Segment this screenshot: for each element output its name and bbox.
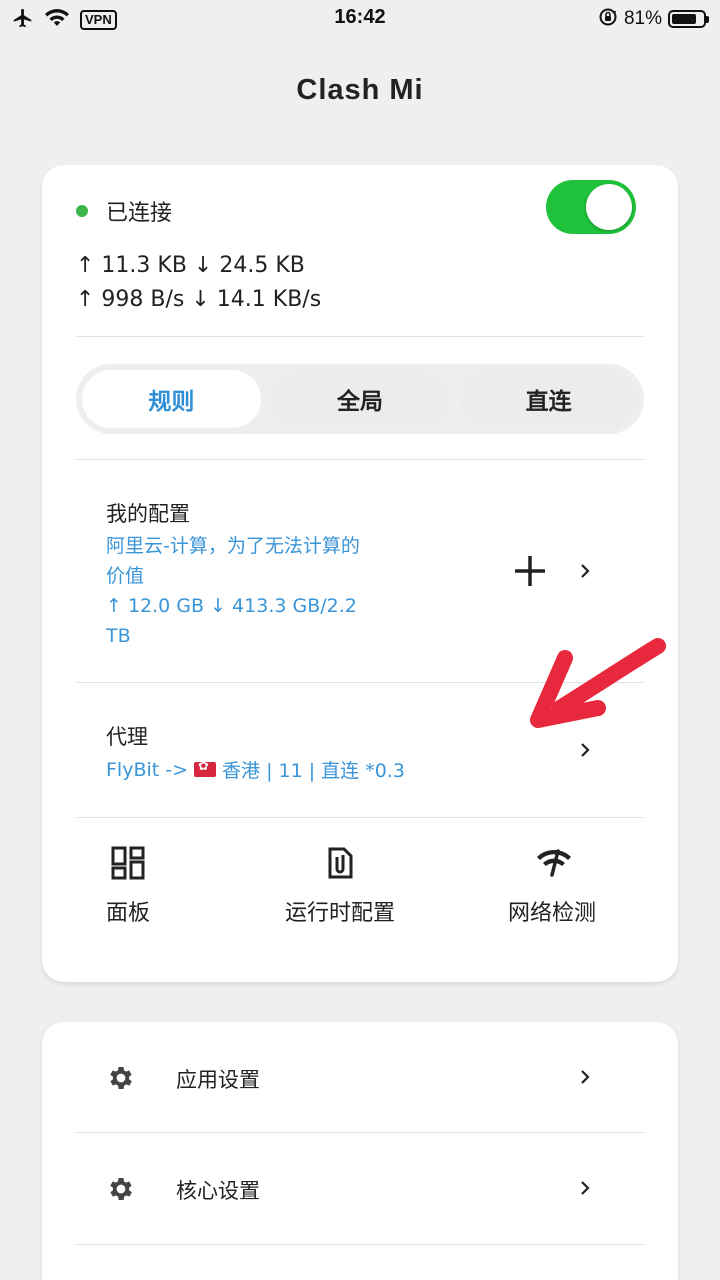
annotation-arrow-icon xyxy=(530,638,666,728)
traffic-total: ↑ 11.3 KB ↓ 24.5 KB xyxy=(76,253,305,278)
divider xyxy=(76,459,644,460)
proxy-info: FlyBit -> 香港 | 11 | 直连 *0.3 xyxy=(106,756,405,783)
tool-label: 面板 xyxy=(105,901,150,926)
profile-name-line2: 价值 xyxy=(106,565,145,587)
tool-label: 运行时配置 xyxy=(284,901,395,926)
battery-fill xyxy=(672,14,697,24)
gear-icon xyxy=(106,1063,136,1093)
profile-usage-line2: TB xyxy=(106,625,131,647)
tools-row: 面板 运行时配置 网络检测 xyxy=(42,845,678,927)
profile-name-line1: 阿里云-计算，为了无法计算的 xyxy=(106,535,360,557)
chevron-right-icon[interactable] xyxy=(577,563,593,579)
proxy-info-suffix: 香港 | 11 | 直连 *0.3 xyxy=(222,760,405,782)
main-card: 已连接 ↑ 11.3 KB ↓ 24.5 KB ↑ 998 B/s ↓ 14.1… xyxy=(42,165,678,982)
profile-usage-line1: ↑ 12.0 GB ↓ 413.3 GB/2.2 xyxy=(106,595,357,617)
divider xyxy=(76,817,644,818)
status-dot xyxy=(76,205,88,217)
tool-runtime-config[interactable]: 运行时配置 xyxy=(234,845,446,927)
core-settings-row[interactable]: 核心设置 xyxy=(42,1133,678,1243)
proxy-label: 代理 xyxy=(106,725,148,749)
mode-tab-global[interactable]: 全局 xyxy=(270,370,450,428)
network-check-icon xyxy=(534,845,571,881)
file-icon xyxy=(322,845,358,881)
settings-label: 应用设置 xyxy=(176,1068,260,1092)
rotation-lock-icon xyxy=(598,7,618,31)
mode-tab-direct[interactable]: 直连 xyxy=(459,370,639,428)
tool-label: 网络检测 xyxy=(507,901,596,926)
traffic-speed: ↑ 998 B/s ↓ 14.1 KB/s xyxy=(76,287,322,312)
battery-percent: 81% xyxy=(623,8,662,29)
divider xyxy=(76,336,644,337)
chevron-right-icon[interactable] xyxy=(577,742,593,758)
settings-label: 核心设置 xyxy=(176,1179,260,1203)
connection-status: 已连接 xyxy=(76,195,172,227)
dashboard-icon xyxy=(110,845,146,881)
profile-info: 阿里云-计算，为了无法计算的 价值 ↑ 12.0 GB ↓ 413.3 GB/2… xyxy=(106,531,406,651)
mode-tab-rule[interactable]: 规则 xyxy=(82,370,261,428)
proxy-info-prefix: FlyBit -> xyxy=(106,758,189,781)
divider xyxy=(76,1244,644,1245)
hong-kong-flag-icon xyxy=(194,759,217,777)
battery-icon xyxy=(668,10,709,28)
app-title: Clash Mi xyxy=(296,74,424,106)
vpn-toggle[interactable] xyxy=(546,180,636,234)
status-right: 81% xyxy=(598,7,709,31)
settings-card: 应用设置 核心设置 xyxy=(42,1022,678,1280)
chevron-right-icon[interactable] xyxy=(577,1180,593,1196)
tool-network-check[interactable]: 网络检测 xyxy=(446,845,658,927)
status-bar: VPN 16:42 81% xyxy=(0,0,720,40)
mode-selector: 规则 全局 直连 xyxy=(76,364,644,434)
status-text: 已连接 xyxy=(106,201,173,226)
gear-icon xyxy=(106,1174,136,1204)
chevron-right-icon[interactable] xyxy=(577,1069,593,1085)
add-profile-icon[interactable] xyxy=(512,553,548,589)
tool-dashboard[interactable]: 面板 xyxy=(22,845,234,927)
profile-label: 我的配置 xyxy=(106,502,190,526)
app-settings-row[interactable]: 应用设置 xyxy=(42,1022,678,1132)
toggle-knob[interactable] xyxy=(586,184,632,230)
